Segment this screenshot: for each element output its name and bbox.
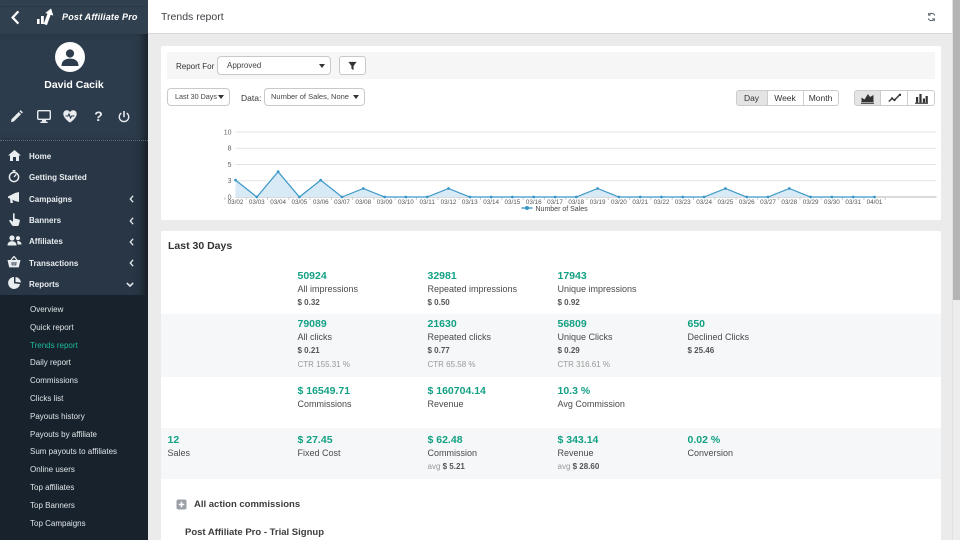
svg-text:03/30: 03/30 [824,199,840,206]
svg-text:03/31: 03/31 [845,199,861,206]
svg-text:03/06: 03/06 [313,199,329,206]
svg-text:03/22: 03/22 [654,199,670,206]
svg-text:03/11: 03/11 [420,199,436,206]
svg-text:03/26: 03/26 [739,199,755,206]
svg-text:03/14: 03/14 [483,199,499,206]
svg-text:5: 5 [228,162,232,169]
svg-text:03/10: 03/10 [398,199,414,206]
svg-text:03/08: 03/08 [355,199,371,206]
svg-text:03/03: 03/03 [249,199,265,206]
svg-text:03/24: 03/24 [696,199,712,206]
svg-text:03/13: 03/13 [462,199,478,206]
svg-text:Number of Sales: Number of Sales [536,206,589,213]
svg-text:03/25: 03/25 [718,199,734,206]
svg-text:10: 10 [224,129,232,136]
svg-text:03/02: 03/02 [228,199,244,206]
svg-text:03/05: 03/05 [292,199,308,206]
svg-text:?: ? [94,110,103,123]
svg-text:03/19: 03/19 [590,199,606,206]
svg-text:8: 8 [228,146,232,153]
svg-text:03/27: 03/27 [760,199,776,206]
svg-text:03/23: 03/23 [675,199,691,206]
svg-text:3: 3 [228,178,232,185]
svg-text:03/29: 03/29 [803,199,819,206]
svg-text:03/20: 03/20 [611,199,627,206]
svg-text:03/21: 03/21 [632,199,648,206]
svg-text:03/12: 03/12 [441,199,457,206]
svg-text:03/09: 03/09 [377,199,393,206]
svg-text:03/16: 03/16 [526,199,542,206]
svg-text:03/17: 03/17 [547,199,563,206]
svg-text:04/01: 04/01 [867,199,883,206]
svg-text:03/04: 03/04 [270,199,286,206]
svg-text:03/28: 03/28 [781,199,797,206]
svg-text:03/18: 03/18 [568,199,584,206]
svg-text:03/15: 03/15 [505,199,521,206]
svg-text:03/07: 03/07 [334,199,350,206]
